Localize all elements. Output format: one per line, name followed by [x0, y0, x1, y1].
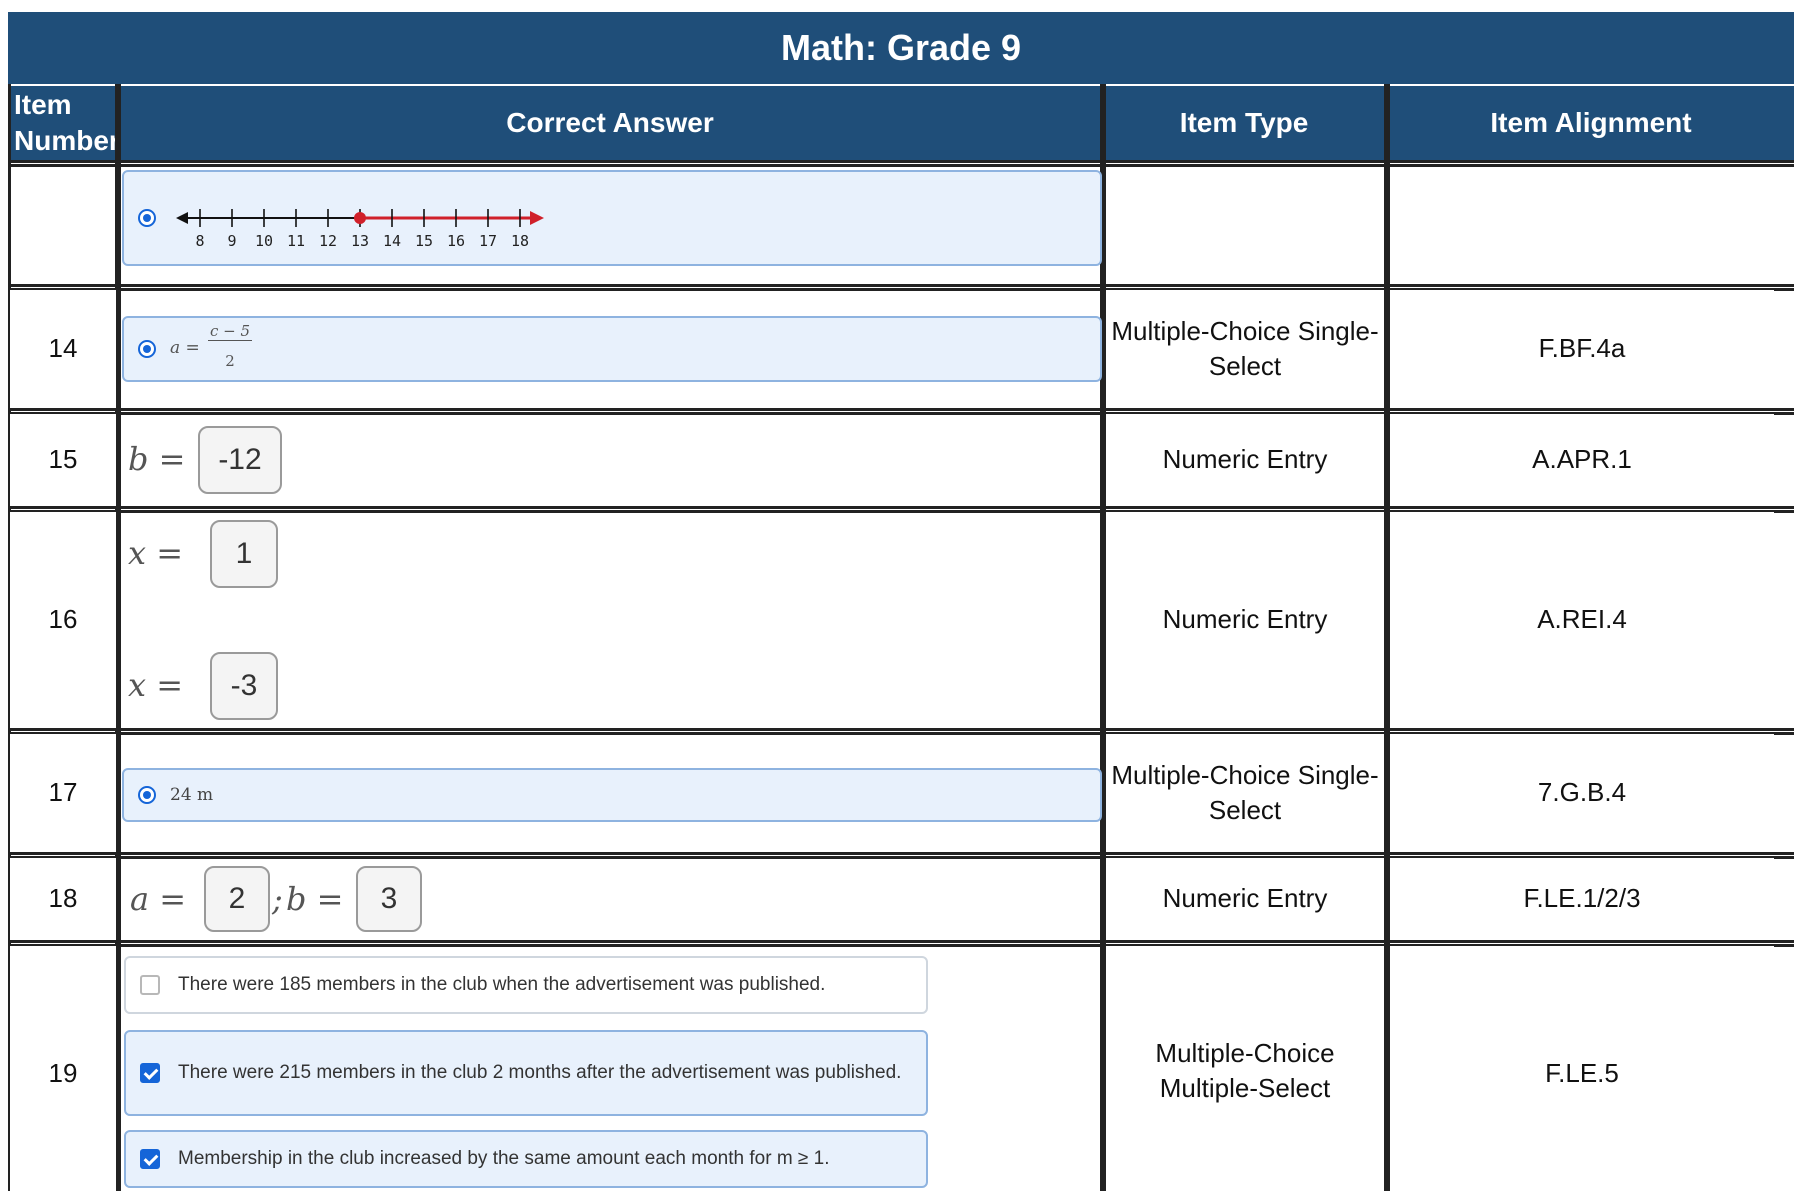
option-text: There were 185 members in the club when …: [178, 974, 826, 996]
grid-line: [8, 160, 1794, 163]
radio-selected-icon[interactable]: [138, 340, 156, 358]
grid-line: [118, 84, 121, 1191]
grid-line: [8, 940, 1794, 943]
item-type-cell: Numeric Entry: [1106, 414, 1384, 506]
item-number-cell: [10, 168, 114, 284]
axis-arrow-left: [176, 212, 188, 224]
checkbox-option-selected[interactable]: There were 215 members in the club 2 mon…: [124, 1030, 928, 1116]
entry-label: x =: [128, 666, 184, 704]
tick-label: 8: [195, 232, 204, 250]
item-type-text: Multiple-Choice Single-Select: [1111, 315, 1379, 381]
checkbox-checked-icon[interactable]: [140, 1149, 160, 1169]
math-lhs: a =: [170, 338, 200, 358]
radio-selected-icon[interactable]: [138, 209, 156, 227]
header-item-alignment: Item Alignment: [1388, 86, 1794, 160]
item-type-cell: Numeric Entry: [1106, 858, 1384, 940]
item-alignment-cell: [1390, 168, 1794, 284]
grid-line: [8, 852, 1794, 855]
numeric-entry-box[interactable]: 2: [204, 866, 270, 932]
tick-label: 16: [447, 232, 465, 250]
checkbox-option-selected[interactable]: Membership in the club increased by the …: [124, 1130, 928, 1188]
entry-label: a =: [130, 880, 187, 918]
grid-line: [8, 728, 1794, 731]
checkbox-option[interactable]: There were 185 members in the club when …: [124, 956, 928, 1014]
header-correct-answer: Correct Answer: [120, 86, 1100, 160]
radio-selected-icon[interactable]: [138, 786, 156, 804]
item-number-cell: 17: [10, 734, 116, 852]
numeric-entry-box[interactable]: -12: [198, 426, 282, 494]
tick-label: 17: [479, 232, 497, 250]
ray-arrow-right: [530, 211, 544, 225]
option-text: There were 215 members in the club 2 mon…: [178, 1062, 902, 1084]
item-alignment-cell: F.LE.5: [1390, 946, 1774, 1191]
tick-label: 10: [255, 232, 273, 250]
solution-point: [354, 212, 366, 224]
number-line-graph: 8 9 10 11 12 13 14 15 16 17 18: [176, 209, 544, 250]
item-alignment-cell: F.LE.1/2/3: [1390, 858, 1774, 940]
item-type-cell: Multiple-Choice Single-Select: [1106, 734, 1384, 852]
fraction-numerator: c − 5: [208, 322, 252, 341]
numeric-entry-box[interactable]: 3: [356, 866, 422, 932]
answer-key-table: Math: Grade 9 Item Number Correct Answer…: [0, 0, 1794, 1191]
tick-label: 14: [383, 232, 401, 250]
entry-label: x =: [128, 534, 184, 572]
tick-label: 9: [227, 232, 236, 250]
item-number-cell: 16: [10, 512, 116, 728]
item-number-cell: 18: [10, 858, 116, 940]
answer-option-selected[interactable]: a = c − 5 2: [122, 316, 1102, 382]
item-number-cell: 14: [10, 290, 116, 408]
grid-line: [8, 164, 1794, 167]
item-alignment-cell: 7.G.B.4: [1390, 734, 1774, 852]
option-text: Membership in the club increased by the …: [178, 1148, 830, 1170]
tick-label: 18: [511, 232, 529, 250]
fraction-denominator: 2: [225, 352, 235, 370]
tick-label: 15: [415, 232, 433, 250]
tick-label: 11: [287, 232, 305, 250]
grid-line: [8, 408, 1794, 411]
checkbox-unchecked-icon[interactable]: [140, 975, 160, 995]
answer-option-selected[interactable]: 8 9 10 11 12 13 14 15 16 17 18: [122, 170, 1102, 266]
grid-line: [8, 284, 1794, 287]
tick-label: 13: [351, 232, 369, 250]
table-title: Math: Grade 9: [8, 12, 1794, 84]
item-type-cell: [1106, 168, 1384, 284]
answer-text: 24 m: [170, 785, 214, 805]
item-number-cell: 19: [10, 946, 116, 1191]
item-alignment-cell: F.BF.4a: [1390, 290, 1774, 408]
header-item-type: Item Type: [1104, 86, 1384, 160]
checkbox-checked-icon[interactable]: [140, 1063, 160, 1083]
numeric-entry-box[interactable]: -3: [210, 652, 278, 720]
entry-separator: ;: [272, 880, 283, 918]
entry-label: b =: [286, 880, 344, 918]
item-alignment-cell: A.APR.1: [1390, 414, 1774, 506]
item-alignment-cell: A.REI.4: [1390, 512, 1774, 728]
entry-label: b =: [128, 440, 186, 478]
answer-option-selected[interactable]: 24 m: [122, 768, 1102, 822]
numeric-entry-box[interactable]: 1: [210, 520, 278, 588]
grid-line: [8, 506, 1794, 509]
item-type-cell: Numeric Entry: [1106, 512, 1384, 728]
tick-label: 12: [319, 232, 337, 250]
item-number-cell: 15: [10, 414, 116, 506]
item-type-cell: Multiple-Choice Multiple-Select: [1106, 946, 1384, 1191]
item-type-cell: Multiple-Choice Single-Select: [1106, 290, 1384, 408]
header-item-number: Item Number: [8, 86, 126, 160]
